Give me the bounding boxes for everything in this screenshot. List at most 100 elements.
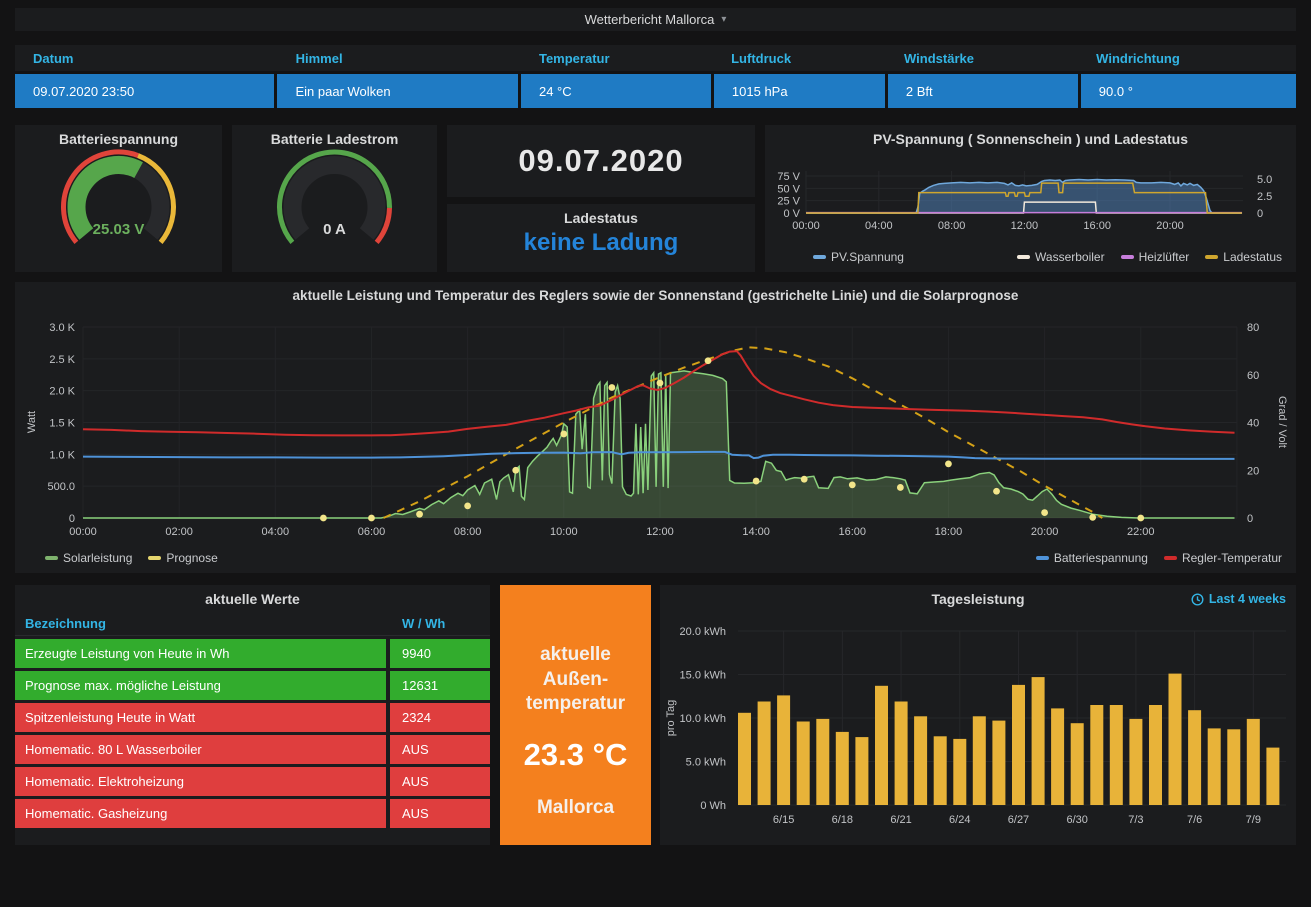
clock-icon [1191,593,1204,606]
legend-item-wasserboiler[interactable]: Wasserboiler [1017,250,1105,264]
svg-text:5.0 kWh: 5.0 kWh [686,757,726,769]
weather-column-header: Temperatur [521,51,713,66]
svg-text:20:00: 20:00 [1156,220,1184,232]
weather-column-header: Datum [15,51,278,66]
legend-label: Solarleistung [63,551,132,565]
value-row-label: Spitzenleistung Heute in Watt [15,703,386,732]
svg-text:60: 60 [1247,370,1259,382]
panel-title: PV-Spannung ( Sonnenschein ) und Ladesta… [765,125,1296,147]
legend-item-prognose[interactable]: Prognose [148,551,217,565]
time-range-selector[interactable]: Last 4 weeks [1191,592,1286,606]
value-row-value: AUS [390,799,490,828]
svg-text:1.0 K: 1.0 K [49,449,75,461]
legend-swatch [148,556,161,560]
svg-text:6/30: 6/30 [1066,814,1087,826]
temperature-value: 23.3 °C [500,737,651,773]
svg-text:7/9: 7/9 [1246,814,1261,826]
svg-text:3.0 K: 3.0 K [49,322,75,334]
power-temperature-panel: aktuelle Leistung und Temperatur des Reg… [15,282,1296,573]
weather-column-header: Windstärke [886,51,1078,66]
svg-text:16:00: 16:00 [839,526,867,538]
legend-item-regler-temperatur[interactable]: Regler-Temperatur [1164,551,1282,565]
temperature-title: aktuelle Außen- temperatur [500,643,651,717]
weather-column-header: Luftdruck [713,51,886,66]
svg-text:6/15: 6/15 [773,814,794,826]
charge-status-panel: Ladestatus keine Ladung [447,204,755,272]
svg-text:20: 20 [1247,465,1259,477]
battery-current-gauge-panel: Batterie Ladestrom 0 A [232,125,437,272]
legend-swatch [813,255,826,259]
table-row: Spitzenleistung Heute in Watt2324 [15,703,490,732]
outdoor-temperature-panel: aktuelle Außen- temperatur 23.3 °C Mallo… [500,585,651,845]
svg-text:2.0 K: 2.0 K [49,386,75,398]
legend-item-pv-spannung[interactable]: PV.Spannung [813,250,904,264]
svg-text:1.5 K: 1.5 K [49,418,75,430]
value-row-label: Homematic. 80 L Wasserboiler [15,735,386,764]
date-value: 09.07.2020 [518,143,683,179]
weather-table-panel: DatumHimmelTemperaturLuftdruckWindstärke… [15,45,1296,108]
legend-label: Regler-Temperatur [1182,551,1282,565]
svg-text:10.0 kWh: 10.0 kWh [680,713,726,725]
svg-text:08:00: 08:00 [454,526,482,538]
battery-current-gauge [232,147,437,259]
svg-text:0 V: 0 V [783,208,800,220]
svg-text:25 V: 25 V [777,196,800,208]
table-row: Prognose max. mögliche Leistung12631 [15,671,490,700]
weather-table-header: DatumHimmelTemperaturLuftdruckWindstärke… [15,45,1296,71]
main-legend-right: Batteriespannung Regler-Temperatur [1036,551,1282,565]
value-row-value: 2324 [390,703,490,732]
pv-legend-left: PV.Spannung [813,250,904,264]
svg-text:15.0 kWh: 15.0 kWh [680,670,726,682]
svg-text:6/18: 6/18 [832,814,853,826]
svg-text:Watt: Watt [26,411,38,433]
svg-text:04:00: 04:00 [865,220,893,232]
svg-text:02:00: 02:00 [165,526,193,538]
svg-text:0: 0 [69,513,75,525]
table-row: Homematic. ElektroheizungAUS [15,767,490,796]
panel-title: Ladestatus [447,204,755,226]
panel-title: aktuelle Werte [15,585,490,607]
legend-swatch [1036,556,1049,560]
legend-item-heizl-fter[interactable]: Heizlüfter [1121,250,1190,264]
svg-text:08:00: 08:00 [938,220,966,232]
legend-item-solarleistung[interactable]: Solarleistung [45,551,132,565]
daily-output-panel: Tagesleistung Last 4 weeks 0 Wh5.0 kWh10… [660,585,1296,845]
current-values-panel: aktuelle Werte Bezeichnung W / Wh Erzeug… [15,585,490,845]
column-header-bezeichnung: Bezeichnung [15,616,390,631]
row-title: Wetterbericht Mallorca [585,12,715,27]
legend-label: Wasserboiler [1035,250,1105,264]
pv-voltage-panel: PV-Spannung ( Sonnenschein ) und Ladesta… [765,125,1296,272]
legend-item-batteriespannung[interactable]: Batteriespannung [1036,551,1148,565]
svg-text:Grad / Volt: Grad / Volt [1276,396,1288,448]
legend-item-ladestatus[interactable]: Ladestatus [1205,250,1282,264]
svg-text:0 Wh: 0 Wh [700,800,726,812]
panel-title: Batteriespannung [15,125,222,147]
date-panel: 09.07.2020 [447,125,755,197]
value-row-value: AUS [390,735,490,764]
svg-text:10:00: 10:00 [550,526,578,538]
chevron-down-icon: ▾ [721,14,726,25]
svg-text:04:00: 04:00 [262,526,290,538]
table-row: Homematic. GasheizungAUS [15,799,490,828]
weather-cell: 1015 hPa [714,74,885,108]
gauge-value: 25.03 V [15,221,222,238]
dashboard-row-header[interactable]: Wetterbericht Mallorca ▾ [15,8,1296,31]
daily-output-chart: 0 Wh5.0 kWh10.0 kWh15.0 kWh20.0 kWh6/156… [660,585,1296,845]
svg-text:2.5: 2.5 [1257,191,1272,203]
weather-column-header: Himmel [278,51,521,66]
weather-cell: 24 °C [521,74,711,108]
svg-text:0: 0 [1257,208,1263,220]
svg-text:12:00: 12:00 [1011,220,1039,232]
charge-status-value: keine Ladung [447,229,755,257]
svg-text:6/21: 6/21 [890,814,911,826]
temperature-location: Mallorca [500,797,651,819]
svg-text:00:00: 00:00 [69,526,97,538]
value-row-value: 9940 [390,639,490,668]
svg-text:16:00: 16:00 [1083,220,1111,232]
svg-text:12:00: 12:00 [646,526,674,538]
time-range-label: Last 4 weeks [1209,592,1286,606]
svg-text:7/3: 7/3 [1128,814,1143,826]
value-row-value: AUS [390,767,490,796]
values-table-header: Bezeichnung W / Wh [15,611,490,636]
legend-swatch [1121,255,1134,259]
